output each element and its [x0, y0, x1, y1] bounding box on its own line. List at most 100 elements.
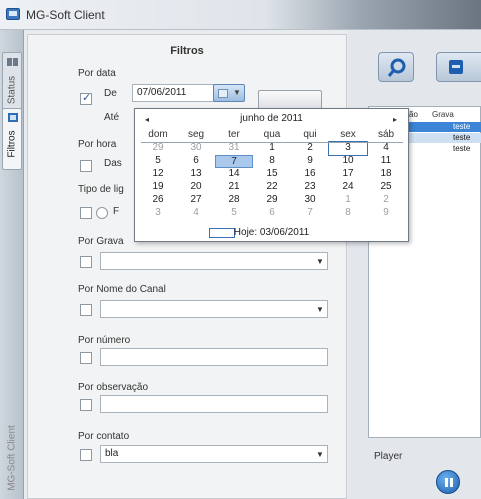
- calendar-day[interactable]: 8: [329, 207, 367, 220]
- limpar-button[interactable]: [258, 90, 322, 110]
- tab-filtros[interactable]: Filtros: [2, 108, 22, 170]
- calendar-day[interactable]: 5: [139, 155, 177, 168]
- calendar-day[interactable]: 18: [367, 168, 405, 181]
- vertical-tab-strip: Status Filtros MG-Soft Client: [0, 30, 24, 499]
- player-label: Player: [374, 451, 403, 462]
- calendar-day[interactable]: 26: [139, 194, 177, 207]
- weekday-label: qui: [303, 129, 317, 140]
- por-numero-label: Por número: [78, 335, 131, 346]
- gravacao-checkbox[interactable]: [80, 256, 92, 268]
- calendar-day[interactable]: 9: [367, 207, 405, 220]
- grid-cell: teste: [453, 133, 471, 142]
- weekday-label: ter: [228, 129, 240, 140]
- contato-dropdown-icon[interactable]: ▼: [316, 450, 324, 459]
- numero-input[interactable]: [100, 348, 328, 366]
- chevron-down-icon: ▼: [233, 88, 241, 97]
- calendar-day[interactable]: 4: [177, 207, 215, 220]
- status-icon: [7, 58, 18, 66]
- por-contato-label: Por contato: [78, 431, 130, 442]
- app-icon: [6, 8, 20, 20]
- calendar-day[interactable]: 6: [253, 207, 291, 220]
- calendar-day[interactable]: 7: [291, 207, 329, 220]
- gravacao-dropdown-icon[interactable]: ▼: [316, 257, 324, 266]
- search-button[interactable]: [378, 52, 414, 82]
- calendar-day[interactable]: 22: [253, 181, 291, 194]
- client-label: MG-Soft Client: [6, 425, 18, 491]
- de-checkbox[interactable]: [80, 91, 92, 105]
- observacao-input[interactable]: [100, 395, 328, 413]
- calendar-day[interactable]: 6: [177, 155, 215, 168]
- calendar-week: 5 6 7 8 9 10 11: [139, 155, 407, 168]
- calendar-day[interactable]: 2: [291, 142, 329, 155]
- calendar-day[interactable]: 4: [367, 142, 405, 155]
- calendar-day[interactable]: 27: [177, 194, 215, 207]
- numero-checkbox[interactable]: [80, 352, 92, 364]
- contato-checkbox[interactable]: [80, 449, 92, 461]
- calendar-day[interactable]: 15: [253, 168, 291, 181]
- search-icon: [387, 58, 406, 77]
- calendar-week: 26 27 28 29 30 1 2: [139, 194, 407, 207]
- calendar-day[interactable]: 1: [253, 142, 291, 155]
- por-hora-label: Por hora: [78, 139, 117, 150]
- nome-canal-dropdown-icon[interactable]: ▼: [316, 305, 324, 314]
- calendar-day[interactable]: 21: [215, 181, 253, 194]
- client-side-label: MG-Soft Client: [2, 418, 22, 498]
- calendar-week: 3 4 5 6 7 8 9: [139, 207, 407, 220]
- calendar-day[interactable]: 13: [177, 168, 215, 181]
- calendar-day[interactable]: 23: [291, 181, 329, 194]
- por-nome-canal-label: Por Nome do Canal: [78, 284, 166, 295]
- calendar-day[interactable]: 12: [139, 168, 177, 181]
- calendar-icon: [218, 89, 228, 98]
- nome-canal-select[interactable]: [100, 300, 328, 318]
- observacao-checkbox[interactable]: [80, 399, 92, 411]
- magnifier-icon: [8, 113, 18, 122]
- calendar-month-label[interactable]: junho de 2011: [135, 113, 408, 124]
- calendar-day[interactable]: 28: [215, 194, 253, 207]
- weekday-label: dom: [148, 129, 168, 140]
- grid-header: Grava: [432, 110, 454, 119]
- tipo-label: Tipo de lig: [78, 184, 124, 195]
- calendar-today-link[interactable]: Hoje: 03/06/2011: [135, 227, 408, 238]
- calendar-day[interactable]: 16: [291, 168, 329, 181]
- calendar-day-selected[interactable]: 7: [215, 155, 253, 168]
- tipo-radio[interactable]: [96, 207, 108, 219]
- calendar-dropdown-button[interactable]: ▼: [213, 84, 245, 102]
- calendar-day-today[interactable]: 3: [328, 141, 368, 156]
- nome-canal-checkbox[interactable]: [80, 304, 92, 316]
- tipo-checkbox[interactable]: [80, 207, 92, 219]
- calendar-day[interactable]: 29: [139, 142, 177, 155]
- calendar-day[interactable]: 2: [367, 194, 405, 207]
- title-bar: MG-Soft Client: [0, 0, 481, 30]
- calendar-day[interactable]: 5: [215, 207, 253, 220]
- calendar-day[interactable]: 11: [367, 155, 405, 168]
- calendar-day[interactable]: 8: [253, 155, 291, 168]
- calendar-day[interactable]: 29: [253, 194, 291, 207]
- date-de-input[interactable]: 07/06/2011: [132, 84, 214, 102]
- weekday-row: dom seg ter qua qui sex sáb: [139, 129, 407, 142]
- contato-select[interactable]: bla: [100, 445, 328, 463]
- calendar-day[interactable]: 10: [329, 155, 367, 168]
- calendar-day[interactable]: 30: [291, 194, 329, 207]
- calendar-popup[interactable]: ◂ ▸ junho de 2011 dom seg ter qua qui se…: [134, 108, 409, 242]
- grid-cell: teste: [453, 122, 471, 131]
- calendar-day[interactable]: 24: [329, 181, 367, 194]
- hora-checkbox[interactable]: [80, 160, 92, 172]
- calendar-day[interactable]: 1: [329, 194, 367, 207]
- weekday-label: sáb: [377, 129, 395, 140]
- calendar-header-divider: [141, 142, 403, 143]
- gravacao-select[interactable]: [100, 252, 328, 270]
- calendar-day[interactable]: 14: [215, 168, 253, 181]
- calendar-day[interactable]: 3: [139, 207, 177, 220]
- calendar-week: 29 30 31 1 2 3 4: [139, 141, 407, 156]
- calendar-day[interactable]: 25: [367, 181, 405, 194]
- calendar-day[interactable]: 9: [291, 155, 329, 168]
- calendar-day[interactable]: 19: [139, 181, 177, 194]
- export-button[interactable]: [436, 52, 481, 82]
- calendar-day[interactable]: 20: [177, 181, 215, 194]
- calendar-day[interactable]: 17: [329, 168, 367, 181]
- calendar-day[interactable]: 30: [177, 142, 215, 155]
- por-data-label: Por data: [78, 68, 116, 79]
- pause-button[interactable]: [436, 470, 460, 494]
- calendar-day[interactable]: 31: [215, 142, 253, 155]
- das-label: Das: [104, 158, 122, 169]
